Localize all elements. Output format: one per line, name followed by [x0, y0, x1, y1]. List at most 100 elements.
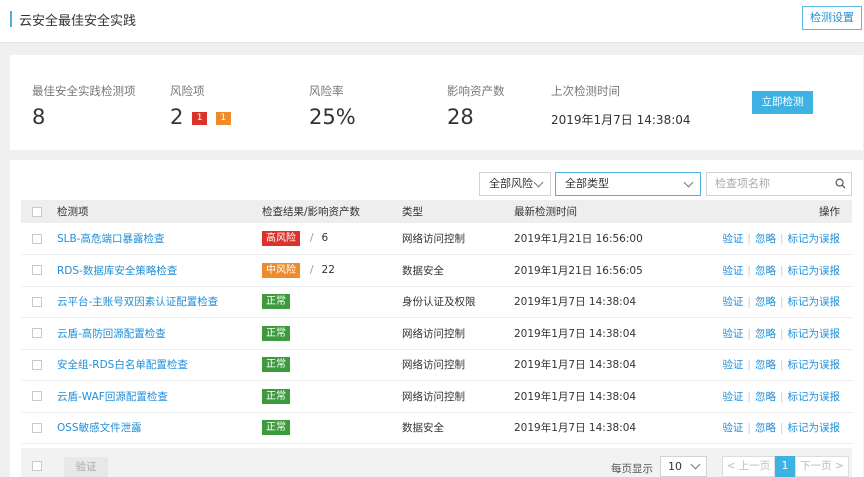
- ignore-link[interactable]: 忽略: [755, 422, 776, 434]
- stat-value: 28: [447, 105, 474, 129]
- stat-risk-items: 风险项 2 1 1: [170, 83, 231, 129]
- mid-risk-count-badge[interactable]: 1: [215, 112, 231, 125]
- row-checkbox[interactable]: [32, 328, 42, 339]
- row-checkbox[interactable]: [32, 359, 42, 370]
- chevron-down-icon: [690, 459, 701, 470]
- item-name-cell: 云盾-WAF回源配置检查: [46, 381, 262, 413]
- result-cell: 正常: [262, 349, 402, 381]
- verify-link[interactable]: 验证: [722, 265, 743, 277]
- risk-filter-select[interactable]: 全部风险: [479, 172, 551, 196]
- ignore-link[interactable]: 忽略: [755, 265, 776, 277]
- result-cell: 正常: [262, 286, 402, 318]
- actions-cell: 验证 | 忽略 | 标记为误报: [674, 223, 852, 255]
- stat-risk-rate: 风险率 25%: [309, 83, 356, 129]
- actions-cell: 验证 | 忽略 | 标记为误报: [674, 318, 852, 350]
- mark-false-positive-link[interactable]: 标记为误报: [788, 391, 841, 403]
- row-checkbox-cell: [21, 381, 46, 413]
- time-cell: 2019年1月21日 16:56:00: [514, 233, 643, 245]
- next-page-button[interactable]: 下一页 >: [795, 456, 849, 477]
- row-checkbox[interactable]: [32, 265, 42, 276]
- stat-label: 上次检测时间: [551, 84, 620, 98]
- row-checkbox-cell: [21, 223, 46, 255]
- verify-link[interactable]: 验证: [722, 391, 743, 403]
- check-item-link[interactable]: 云盾-WAF回源配置检查: [57, 391, 168, 403]
- time-cell: 2019年1月7日 14:38:04: [514, 296, 637, 309]
- ignore-link[interactable]: 忽略: [755, 359, 776, 371]
- search-icon[interactable]: [835, 178, 846, 189]
- check-item-link[interactable]: 云盾-高防回源配置检查: [57, 328, 166, 340]
- select-all-checkbox[interactable]: [32, 206, 42, 217]
- divider: |: [747, 422, 751, 435]
- check-item-link[interactable]: 云平台-主账号双因素认证配置检查: [57, 296, 218, 308]
- current-page-button[interactable]: 1: [775, 456, 795, 477]
- mark-false-positive-link[interactable]: 标记为误报: [788, 328, 841, 340]
- item-name-cell: 云平台-主账号双因素认证配置检查: [46, 286, 262, 318]
- divider: |: [779, 233, 784, 245]
- detect-now-button[interactable]: 立即检测: [752, 91, 813, 114]
- time-cell: 2019年1月7日 14:38:04: [514, 359, 637, 372]
- mark-false-positive-link[interactable]: 标记为误报: [788, 422, 841, 434]
- page-size-select[interactable]: 10: [660, 456, 707, 477]
- mark-false-positive-link[interactable]: 标记为误报: [788, 233, 841, 245]
- prev-page-button[interactable]: < 上一页: [722, 456, 775, 477]
- stat-affected-assets: 影响资产数 28: [447, 83, 505, 129]
- type-cell: 网络访问控制: [402, 233, 465, 245]
- per-page-label: 每页显示: [611, 463, 653, 475]
- result-cell: 中风险 / 22: [262, 255, 402, 287]
- ignore-link[interactable]: 忽略: [755, 296, 776, 308]
- table-row: 云盾-高防回源配置检查 正常 网络访问控制 2019年1月7日 14:38:04 验证 |…: [21, 318, 852, 350]
- divider: /: [310, 263, 314, 276]
- stat-value: 2019年1月7日 14:38:04: [551, 113, 691, 127]
- ignore-link[interactable]: 忽略: [755, 391, 776, 403]
- ignore-link[interactable]: 忽略: [755, 328, 776, 340]
- search-input[interactable]: 检查项名称: [715, 173, 770, 195]
- ignore-link[interactable]: 忽略: [755, 233, 776, 245]
- item-name-cell: OSS敏感文件泄露: [46, 412, 262, 444]
- verify-link[interactable]: 验证: [722, 422, 743, 434]
- stats-panel: 最佳安全实践检测项 8 风险项 2 1 1 风险率 25% 影响资产数 28 上…: [10, 55, 863, 150]
- search-box[interactable]: 检查项名称: [706, 172, 852, 196]
- stat-value: 25%: [309, 105, 356, 129]
- verify-link[interactable]: 验证: [722, 296, 743, 308]
- divider: |: [747, 390, 751, 403]
- footer-select-all-checkbox[interactable]: [32, 461, 42, 471]
- check-item-link[interactable]: OSS敏感文件泄露: [57, 422, 142, 434]
- type-filter-select[interactable]: 全部类型: [555, 172, 701, 196]
- chevron-down-icon: [533, 177, 544, 188]
- divider: |: [747, 233, 751, 245]
- divider: |: [779, 422, 784, 435]
- row-checkbox-cell: [21, 412, 46, 444]
- bulk-verify-button[interactable]: 验证: [64, 457, 108, 477]
- verify-link[interactable]: 验证: [722, 233, 743, 245]
- row-checkbox[interactable]: [32, 233, 42, 244]
- type-cell: 数据安全: [402, 264, 444, 277]
- row-checkbox[interactable]: [32, 391, 42, 402]
- row-checkbox[interactable]: [32, 296, 42, 307]
- detection-settings-button[interactable]: 检测设置: [802, 6, 862, 30]
- verify-link[interactable]: 验证: [722, 359, 743, 371]
- mark-false-positive-link[interactable]: 标记为误报: [788, 265, 841, 277]
- mark-false-positive-link[interactable]: 标记为误报: [788, 296, 841, 308]
- actions-cell: 验证 | 忽略 | 标记为误报: [674, 381, 852, 413]
- mark-false-positive-link[interactable]: 标记为误报: [788, 359, 841, 371]
- verify-link[interactable]: 验证: [722, 328, 743, 340]
- actions-cell: 验证 | 忽略 | 标记为误报: [674, 412, 852, 444]
- table-header-row: 检测项 检查结果/影响资产数 类型 最新检测时间 操作: [21, 200, 852, 223]
- header-type: 类型: [402, 206, 423, 218]
- affected-assets-count: 6: [321, 232, 329, 244]
- header-checkbox-cell: [21, 200, 46, 223]
- check-item-link[interactable]: 安全组-RDS白名单配置检查: [57, 359, 188, 371]
- check-item-link[interactable]: SLB-高危端口暴露检查: [57, 233, 165, 245]
- high-risk-count-badge[interactable]: 1: [192, 112, 208, 125]
- table-row: RDS-数据库安全策略检查 中风险 / 22 数据安全 2019年1月21日 16:56:…: [21, 255, 852, 287]
- type-cell: 数据安全: [402, 422, 444, 435]
- row-checkbox[interactable]: [32, 422, 42, 433]
- check-item-link[interactable]: RDS-数据库安全策略检查: [57, 265, 177, 277]
- divider: /: [310, 232, 314, 244]
- page-size-value: 10: [668, 460, 682, 473]
- stat-label: 风险项: [170, 84, 205, 98]
- table-row: OSS敏感文件泄露 正常 数据安全 2019年1月7日 14:38:04 验证 | 忽略 | 标…: [21, 412, 852, 444]
- item-name-cell: RDS-数据库安全策略检查: [46, 255, 262, 287]
- header-time: 最新检测时间: [514, 206, 577, 218]
- item-name-cell: 安全组-RDS白名单配置检查: [46, 349, 262, 381]
